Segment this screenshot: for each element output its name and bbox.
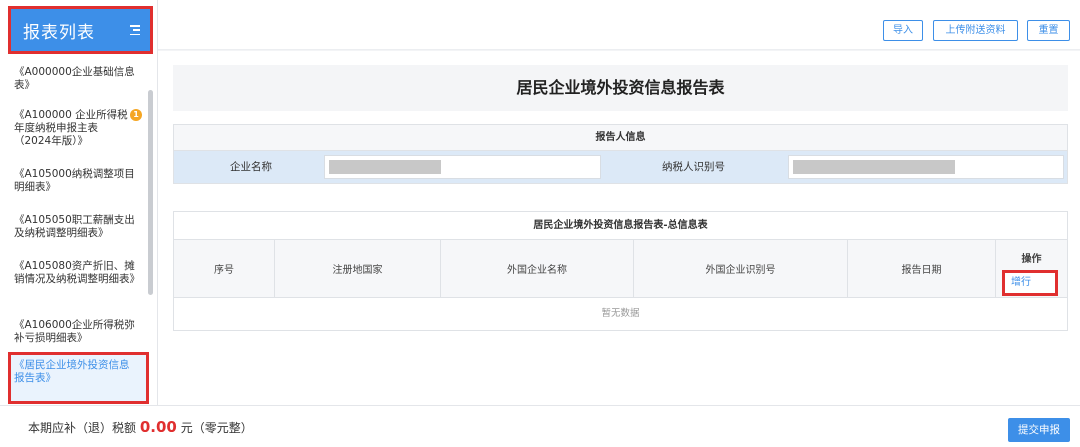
tax-amount-summary: 本期应补（退）税额 0.00 元（零元整）: [28, 418, 253, 436]
reporter-info-row: 企业名称 纳税人识别号: [174, 151, 1067, 183]
tax-amount-suffix: 元（零元整）: [180, 421, 253, 435]
tax-amount-value: 0.00: [139, 418, 177, 436]
column-header-index: 序号: [174, 240, 275, 297]
submit-declaration-button[interactable]: 提交申报: [1008, 418, 1070, 442]
summary-table: 居民企业境外投资信息报告表-总信息表 序号 注册地国家 外国企业名称 外国企业识…: [173, 211, 1068, 331]
company-name-label: 企业名称: [230, 161, 272, 173]
page-title: 居民企业境外投资信息报告表: [173, 65, 1068, 111]
main-content: 居民企业境外投资信息报告表 报告人信息 企业名称 纳税人识别号 居民企业境外投资…: [158, 51, 1080, 405]
reporter-info-heading: 报告人信息: [174, 125, 1067, 151]
summary-table-heading: 居民企业境外投资信息报告表-总信息表: [174, 212, 1067, 240]
sidebar-list: 《A000000企业基础信息表》 《A100000 企业所得税年度纳税申报主表（…: [0, 58, 150, 405]
column-header-foreign-company-id: 外国企业识别号: [634, 240, 848, 297]
sidebar-scrollbar[interactable]: [148, 90, 153, 295]
sidebar-item-a100000[interactable]: 《A100000 企业所得税年度纳税申报主表（2024年版）》: [14, 109, 129, 148]
upload-attachments-button[interactable]: 上传附送资料: [933, 20, 1018, 41]
summary-table-header-row: 序号 注册地国家 外国企业名称 外国企业识别号 报告日期 操作 增行: [174, 240, 1067, 298]
sidebar-item-a106000[interactable]: 《A106000企业所得税弥补亏损明细表》: [14, 319, 142, 345]
column-header-actions: 操作 增行: [996, 240, 1067, 297]
reporter-info-table: 报告人信息 企业名称 纳税人识别号: [173, 124, 1068, 184]
sidebar-item-a000000[interactable]: 《A000000企业基础信息表》: [14, 66, 142, 92]
redacted-value: [329, 160, 441, 174]
import-button[interactable]: 导入: [883, 20, 923, 41]
notification-badge: 1: [130, 109, 142, 121]
sidebar: 报表列表 《A000000企业基础信息表》 《A100000 企业所得税年度纳税…: [0, 0, 158, 405]
add-row-button[interactable]: 增行: [1002, 270, 1058, 296]
actions-label: 操作: [1021, 254, 1042, 265]
sidebar-item-label: 《A100000 企业所得税年度纳税申报主表（2024年版）》: [14, 109, 128, 147]
sidebar-item-overseas-investment[interactable]: 《居民企业境外投资信息报告表》: [8, 352, 149, 404]
reset-button[interactable]: 重置: [1027, 20, 1070, 41]
column-header-foreign-company-name: 外国企业名称: [441, 240, 634, 297]
sidebar-item-a105050[interactable]: 《A105050职工薪酬支出及纳税调整明细表》: [14, 214, 142, 240]
sidebar-title: 报表列表: [23, 22, 95, 43]
column-header-report-date: 报告日期: [848, 240, 996, 297]
sidebar-header: 报表列表: [8, 6, 153, 54]
footer-bar: 本期应补（退）税额 0.00 元（零元整） 提交申报: [0, 405, 1080, 447]
company-name-field[interactable]: [324, 155, 601, 179]
taxpayer-id-field[interactable]: [788, 155, 1064, 179]
taxpayer-id-label: 纳税人识别号: [662, 161, 725, 173]
redacted-value: [793, 160, 955, 174]
column-header-country: 注册地国家: [275, 240, 441, 297]
sidebar-item-a105080[interactable]: 《A105080资产折旧、摊销情况及纳税调整明细表》: [14, 260, 142, 286]
top-toolbar: 导入 上传附送资料 重置: [158, 0, 1080, 50]
sidebar-item-label: 《居民企业境外投资信息报告表》: [14, 359, 130, 384]
tax-amount-prefix: 本期应补（退）税额: [28, 421, 137, 435]
sidebar-item-a105000[interactable]: 《A105000纳税调整项目明细表》: [14, 168, 142, 194]
menu-collapse-icon[interactable]: [130, 25, 140, 35]
empty-state: 暂无数据: [601, 308, 640, 319]
